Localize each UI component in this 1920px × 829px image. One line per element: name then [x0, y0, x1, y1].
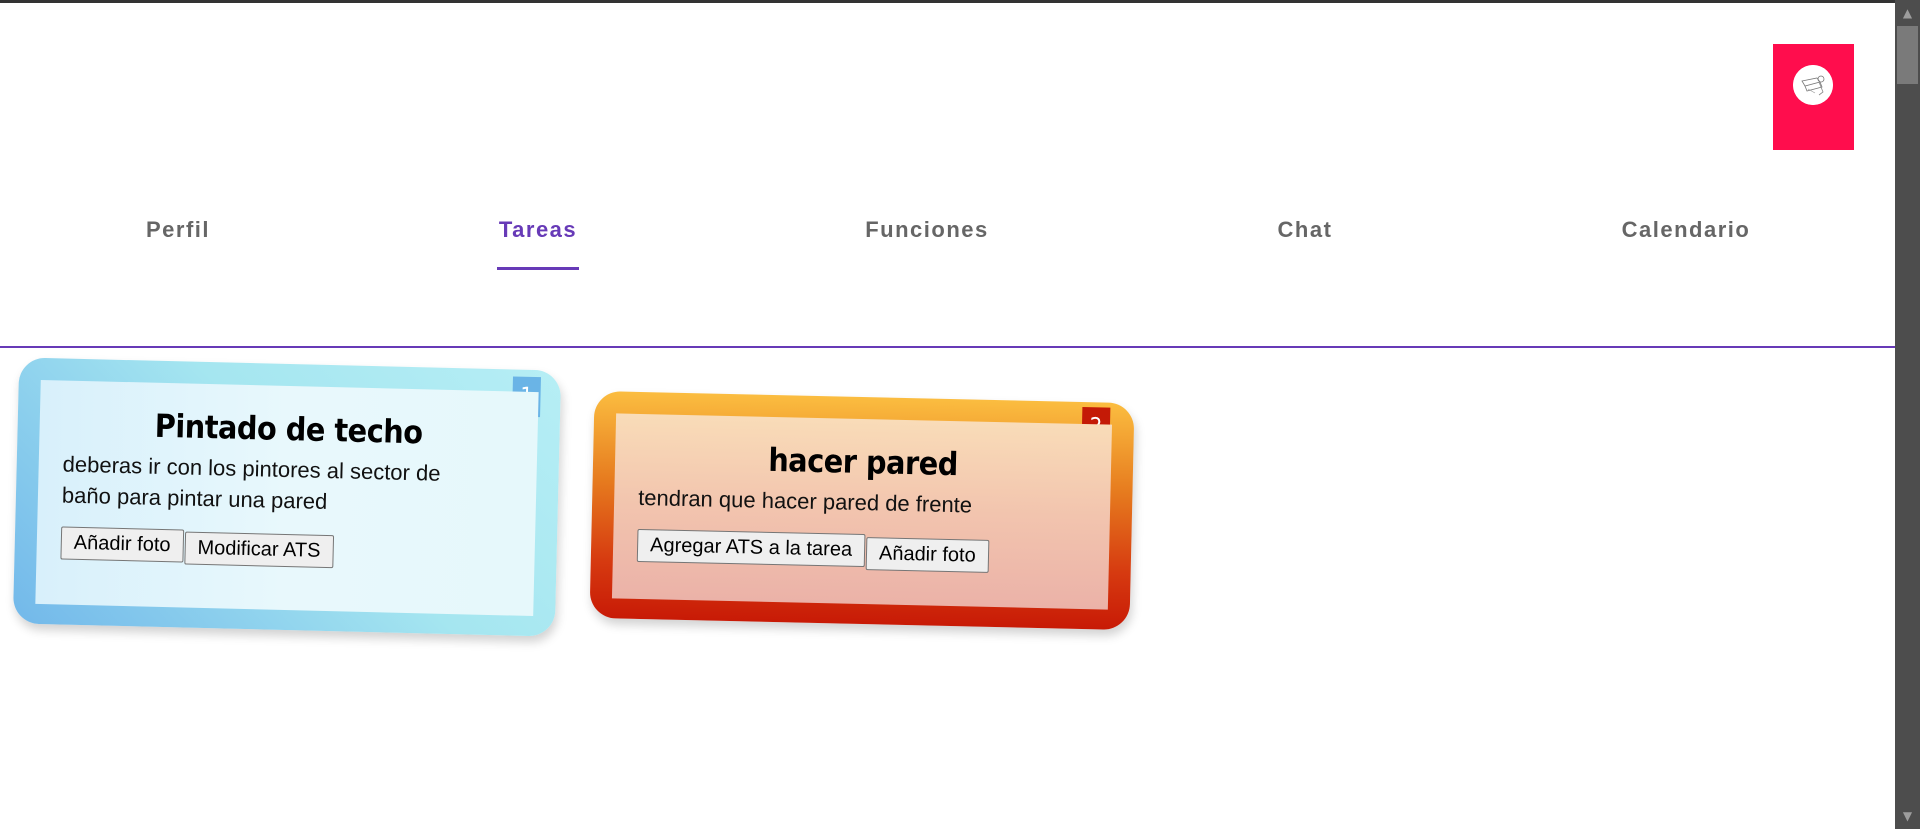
task-card: 1 Pintado de techo deberas ir con los pi…	[12, 357, 562, 637]
nav-divider	[0, 346, 1895, 348]
add-ats-to-task-button[interactable]: Agregar ATS a la tarea	[636, 528, 866, 568]
tab-chat[interactable]: Chat	[1276, 217, 1334, 257]
tab-tareas[interactable]: Tareas	[497, 217, 579, 270]
scroll-up-arrow-icon[interactable]: ▲	[1895, 2, 1920, 24]
task-description: tendran que hacer pared de frente	[638, 482, 1087, 523]
tab-perfil-label: Perfil	[145, 217, 211, 242]
main-nav-tabs: Perfil Tareas Funciones Chat Calendario	[0, 196, 1895, 348]
task-description: deberas ir con los pintores al sector de…	[62, 449, 513, 522]
tab-chat-label: Chat	[1277, 217, 1333, 242]
user-avatar-button[interactable]	[1773, 44, 1854, 150]
vertical-scrollbar[interactable]: ▲ ▼	[1895, 0, 1920, 829]
scrollbar-thumb[interactable]	[1897, 26, 1918, 84]
add-photo-button[interactable]: Añadir foto	[60, 526, 184, 563]
task-description-line: tendran que hacer pared de frente	[637, 484, 973, 518]
tab-funciones[interactable]: Funciones	[864, 217, 990, 257]
add-photo-button[interactable]: Añadir foto	[865, 537, 990, 573]
modify-ats-button[interactable]: Modificar ATS	[184, 531, 334, 569]
task-card-body: hacer pared tendran que hacer pared de f…	[611, 413, 1113, 610]
tab-funciones-label: Funciones	[865, 217, 989, 242]
tab-calendario-label: Calendario	[1621, 217, 1751, 242]
window-top-border	[0, 0, 1895, 3]
task-title: hacer pared	[767, 440, 959, 484]
task-card-body: Pintado de techo deberas ir con los pint…	[35, 379, 539, 617]
tab-perfil[interactable]: Perfil	[143, 217, 213, 257]
tab-calendario[interactable]: Calendario	[1618, 217, 1754, 257]
user-avatar-icon	[1793, 65, 1833, 105]
task-actions: Añadir foto Modificar ATS	[60, 526, 511, 572]
task-card: 2 hacer pared tendran que hacer pared de…	[589, 390, 1135, 631]
active-tab-indicator	[497, 267, 579, 270]
scroll-down-arrow-icon[interactable]: ▼	[1895, 805, 1920, 827]
task-title: Pintado de techo	[154, 406, 424, 452]
tab-tareas-label: Tareas	[498, 217, 578, 242]
app-viewport: Perfil Tareas Funciones Chat Calendario …	[0, 0, 1895, 829]
task-actions: Agregar ATS a la tarea Añadir foto	[636, 528, 1086, 575]
